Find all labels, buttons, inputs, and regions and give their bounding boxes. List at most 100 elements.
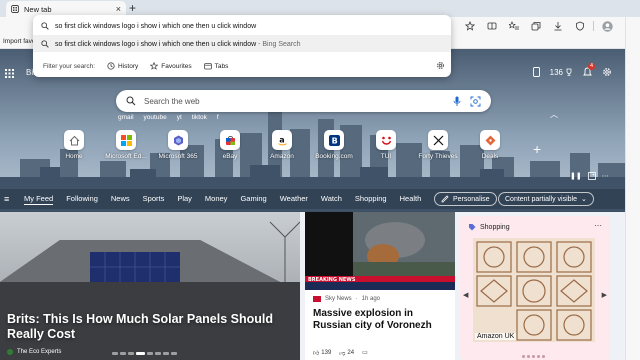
address-bar-dropdown: so first click windows logo i show i whi… bbox=[33, 15, 451, 77]
tab-money[interactable]: Money bbox=[205, 194, 228, 205]
like-button[interactable]: 👍︎ 139 bbox=[313, 349, 331, 357]
content-visibility-dropdown[interactable]: Content partially visible ⌄ bbox=[498, 192, 594, 206]
tab-play[interactable]: Play bbox=[177, 194, 192, 205]
personalise-label: Personalise bbox=[453, 195, 490, 203]
hamburger-menu-icon[interactable]: ≡ bbox=[4, 194, 18, 204]
favourite-star-icon[interactable] bbox=[459, 17, 481, 35]
comment-icon[interactable]: ▭ bbox=[362, 349, 368, 357]
quick-tiles: Home Microsoft Ed... Microsoft 365 eBay … bbox=[48, 130, 516, 160]
carousel-prev-icon[interactable]: ◀ bbox=[463, 291, 468, 299]
tile-forty-thieves[interactable]: Forty Thieves bbox=[412, 130, 464, 160]
search-settings-gear-icon[interactable] bbox=[436, 61, 445, 70]
visual-search-icon[interactable] bbox=[470, 96, 481, 107]
filter-tabs[interactable]: Tabs bbox=[203, 62, 228, 70]
tab-watch[interactable]: Watch bbox=[321, 194, 342, 205]
breaking-news-banner: BREAKING NEWS bbox=[308, 277, 356, 283]
quick-link[interactable]: tiktok bbox=[192, 114, 207, 121]
web-search-box[interactable]: Search the web bbox=[116, 90, 491, 112]
personalise-icon bbox=[441, 195, 449, 203]
mobile-icon[interactable] bbox=[532, 67, 540, 77]
tile-amazon[interactable]: a Amazon bbox=[256, 130, 308, 160]
browser-essentials-icon[interactable] bbox=[569, 17, 591, 35]
shopping-more-icon[interactable]: ⋯ bbox=[594, 221, 602, 230]
collections-icon[interactable] bbox=[525, 17, 547, 35]
add-tile-button[interactable]: + bbox=[533, 141, 541, 157]
tile-booking[interactable]: B Booking.com bbox=[308, 130, 360, 160]
filter-history[interactable]: History bbox=[107, 62, 138, 70]
main-story-title[interactable]: Brits: This Is How Much Solar Panels Sho… bbox=[7, 312, 287, 342]
carousel-dot[interactable] bbox=[171, 352, 177, 355]
tile-microsoft-edge[interactable]: Microsoft Ed... bbox=[100, 130, 152, 160]
explosion-photo: BREAKING NEWS bbox=[305, 212, 455, 290]
tile-microsoft-365[interactable]: Microsoft 365 bbox=[152, 130, 204, 160]
tile-label: Amazon bbox=[270, 153, 294, 160]
tab-health[interactable]: Health bbox=[400, 194, 422, 205]
tabs-icon bbox=[203, 62, 212, 70]
tab-sports[interactable]: Sports bbox=[143, 194, 165, 205]
image-info-icon[interactable] bbox=[587, 172, 596, 180]
news-separator: · bbox=[355, 296, 358, 302]
quick-link[interactable]: youtube bbox=[144, 114, 167, 121]
m365-icon bbox=[168, 130, 188, 150]
apps-launcher-icon[interactable] bbox=[5, 69, 14, 78]
tab-gaming[interactable]: Gaming bbox=[240, 194, 266, 205]
carousel-dot[interactable] bbox=[527, 355, 530, 358]
dislike-button[interactable]: 👎︎ 24 bbox=[339, 349, 354, 357]
quick-link[interactable]: f bbox=[217, 114, 219, 121]
import-favourites-link[interactable]: Import favo bbox=[3, 38, 36, 45]
tile-tui[interactable]: TUI bbox=[360, 130, 412, 160]
carousel-dot[interactable] bbox=[155, 352, 161, 355]
background-menu-icon[interactable]: ⋯ bbox=[602, 172, 609, 180]
sky-news-logo-icon bbox=[313, 296, 321, 302]
notifications-bell-icon[interactable]: 4 bbox=[583, 63, 596, 77]
carousel-dot[interactable] bbox=[147, 352, 153, 355]
edge-sidebar bbox=[625, 17, 640, 360]
feed-card-shopping[interactable]: Shopping ⋯ Amazon UK ◀ ▶ bbox=[460, 216, 610, 360]
comment-count: 24 bbox=[347, 350, 355, 356]
carousel-dot[interactable] bbox=[128, 352, 134, 355]
new-tab-button[interactable]: + bbox=[129, 1, 136, 15]
search-suggestion[interactable]: so first click windows logo i show i whi… bbox=[33, 35, 451, 52]
product-image[interactable] bbox=[473, 238, 595, 342]
news-headline[interactable]: Massive explosion in Russian city of Vor… bbox=[313, 308, 451, 332]
split-screen-icon[interactable] bbox=[481, 17, 503, 35]
tile-deals[interactable]: Deals bbox=[464, 130, 516, 160]
carousel-dot[interactable] bbox=[532, 355, 535, 358]
pause-icon[interactable]: ❚❚ bbox=[570, 172, 582, 180]
feed-card-news[interactable]: BREAKING NEWS Sky News · 1h ago Massive … bbox=[305, 212, 455, 360]
favourites-icon[interactable] bbox=[503, 17, 525, 35]
feed-card-main[interactable]: Brits: This Is How Much Solar Panels Sho… bbox=[0, 212, 300, 360]
collapse-chevron-icon[interactable]: ︿ bbox=[550, 109, 558, 120]
tab-weather[interactable]: Weather bbox=[280, 194, 308, 205]
microphone-icon[interactable] bbox=[453, 96, 461, 107]
carousel-dot[interactable] bbox=[112, 352, 118, 355]
rewards-button[interactable]: 136 bbox=[550, 68, 573, 77]
carousel-next-icon[interactable]: ▶ bbox=[602, 291, 607, 299]
page-settings-gear-icon[interactable] bbox=[602, 67, 612, 77]
ebay-icon bbox=[220, 130, 240, 150]
quick-link[interactable]: gmail bbox=[118, 114, 134, 121]
filter-favourites[interactable]: Favourites bbox=[150, 62, 192, 70]
tab-shopping[interactable]: Shopping bbox=[355, 194, 387, 205]
carousel-dot[interactable] bbox=[522, 355, 525, 358]
carousel-dot[interactable] bbox=[163, 352, 169, 355]
tile-home[interactable]: Home bbox=[48, 130, 100, 160]
tile-ebay[interactable]: eBay bbox=[204, 130, 256, 160]
tab-following[interactable]: Following bbox=[66, 194, 98, 205]
carousel-dot[interactable] bbox=[537, 355, 540, 358]
downloads-icon[interactable] bbox=[547, 17, 569, 35]
tab-my-feed[interactable]: My Feed bbox=[24, 194, 54, 205]
tab-news[interactable]: News bbox=[111, 194, 130, 205]
filter-history-label: History bbox=[118, 62, 139, 70]
carousel-dot-active[interactable] bbox=[136, 352, 145, 355]
tab-close-icon[interactable]: × bbox=[116, 4, 121, 14]
search-input[interactable]: Search the web bbox=[144, 97, 445, 106]
carousel-dot[interactable] bbox=[542, 355, 545, 358]
quick-link[interactable]: yt bbox=[177, 114, 182, 121]
carousel-dot[interactable] bbox=[120, 352, 126, 355]
address-bar[interactable]: so first click windows logo i show i whi… bbox=[33, 17, 451, 35]
address-bar-input[interactable]: so first click windows logo i show i whi… bbox=[55, 23, 256, 30]
svg-text:B: B bbox=[331, 136, 337, 145]
profile-avatar-icon[interactable] bbox=[596, 17, 618, 35]
personalise-button[interactable]: Personalise bbox=[434, 192, 497, 206]
